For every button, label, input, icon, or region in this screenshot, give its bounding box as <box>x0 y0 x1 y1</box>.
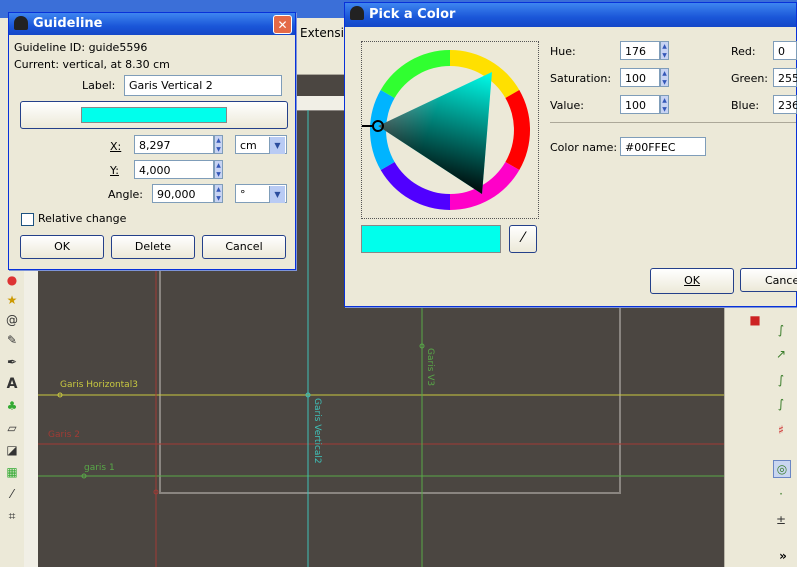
dropper-tool-icon[interactable]: ⁄ <box>4 486 20 502</box>
hue-input[interactable]: 176 <box>620 41 660 60</box>
chevron-down-icon: ▼ <box>269 137 285 154</box>
guideline-current: Current: vertical, at 8.30 cm <box>14 58 170 71</box>
saturation-caption: Saturation: <box>550 72 612 85</box>
guideline-delete-button[interactable]: Delete <box>111 235 195 259</box>
more-icon[interactable]: » <box>775 548 791 564</box>
angle-unit-value: ° <box>240 188 246 201</box>
snap-cusp-icon[interactable]: ∫ <box>773 396 789 412</box>
angle-input[interactable]: 90,000 <box>152 184 214 203</box>
snap-grid-icon[interactable]: ± <box>773 512 789 528</box>
inkscape-icon <box>350 6 364 20</box>
eyedropper-icon[interactable]: ⁄ <box>509 225 537 253</box>
y-input[interactable]: 4,000 <box>134 160 214 179</box>
label-garis2: Garis 2 <box>48 430 80 440</box>
x-spinner[interactable]: ▲ ▼ <box>214 135 223 154</box>
color-preview-swatch <box>361 225 501 253</box>
angle-spinner[interactable]: ▲ ▼ <box>214 184 223 203</box>
pencil-tool-icon[interactable]: ✎ <box>4 332 20 348</box>
saturation-input[interactable]: 100 <box>620 68 660 87</box>
label-garis-vertical2: Garis Vertical2 <box>312 398 322 464</box>
y-caption: Y: <box>110 164 119 177</box>
label-input[interactable]: Garis Vertical 2 <box>124 75 282 96</box>
divider <box>550 122 796 123</box>
pick-color-title-bar: Pick a Color <box>345 3 796 27</box>
snap-center-icon[interactable]: · <box>773 486 789 502</box>
value-input[interactable]: 100 <box>620 95 660 114</box>
guideline-id: Guideline ID: guide5596 <box>14 41 148 54</box>
unit-select[interactable]: cm ▼ <box>235 135 287 154</box>
connector-tool-icon[interactable]: ⌗ <box>4 508 20 524</box>
snap-midpoint-icon[interactable]: ♯ <box>773 422 789 438</box>
green-input[interactable]: 255 <box>773 68 797 87</box>
guideline-cancel-button[interactable]: Cancel <box>202 235 286 259</box>
guideline-dialog: Guideline ✕ Guideline ID: guide5596 Curr… <box>8 12 296 270</box>
guideline-title: Guideline <box>33 16 103 31</box>
label-garis-v3: Garis V3 <box>425 348 435 387</box>
blue-input[interactable]: 236 <box>773 95 797 114</box>
value-caption: Value: <box>550 99 584 112</box>
y-spinner[interactable]: ▲ ▼ <box>214 160 223 179</box>
gradient-tool-icon[interactable]: ▦ <box>4 464 20 480</box>
red-input[interactable]: 0 <box>773 41 797 60</box>
unit-value: cm <box>240 139 257 152</box>
color-name-input[interactable]: #00FFEC <box>620 137 706 156</box>
label-garis1: garis 1 <box>84 463 115 473</box>
pen-tool-icon[interactable]: ✒ <box>4 354 20 370</box>
guide-color-button[interactable] <box>20 101 288 129</box>
snap-bbox-icon[interactable]: ◎ <box>773 460 791 478</box>
snap-smooth-icon[interactable]: ∫ <box>773 372 789 388</box>
pick-color-title: Pick a Color <box>369 7 456 22</box>
color-wheel-area[interactable] <box>361 41 539 219</box>
spiral-tool-icon[interactable]: @ <box>4 312 20 328</box>
color-snap-icon[interactable]: ■ <box>747 312 763 328</box>
star-tool-icon[interactable]: ★ <box>4 292 20 308</box>
red-caption: Red: <box>731 45 756 58</box>
x-caption: X: <box>110 140 122 153</box>
spray-tool-icon[interactable]: ♣ <box>4 398 20 414</box>
bucket-tool-icon[interactable]: ◪ <box>4 442 20 458</box>
saturation-spinner[interactable]: ▲ ▼ <box>660 68 669 87</box>
inkscape-icon <box>14 16 28 30</box>
value-spinner[interactable]: ▲ ▼ <box>660 95 669 114</box>
x-input[interactable]: 8,297 <box>134 135 214 154</box>
angle-caption: Angle: <box>108 188 144 201</box>
guideline-title-bar: Guideline ✕ <box>9 13 295 35</box>
color-wheel[interactable] <box>362 42 538 218</box>
pick-color-dialog: Pick a Color ⁄ Hue: 176 ▲ ▼ Saturation: … <box>344 2 797 307</box>
guideline-ok-button[interactable]: OK <box>20 235 104 259</box>
label-garis-horizontal3: Garis Horizontal3 <box>60 380 138 390</box>
guide-color-swatch <box>81 107 227 123</box>
snap-node-icon[interactable]: ↗ <box>773 346 789 362</box>
green-caption: Green: <box>731 72 769 85</box>
color-ok-button[interactable]: OK <box>650 268 734 294</box>
chevron-down-icon: ▼ <box>269 186 285 203</box>
eraser-tool-icon[interactable]: ▱ <box>4 420 20 436</box>
text-tool-icon[interactable]: A <box>4 376 20 392</box>
circle-tool-icon[interactable]: ● <box>4 272 20 288</box>
relative-change-label: Relative change <box>38 212 127 225</box>
blue-caption: Blue: <box>731 99 760 112</box>
hue-spinner[interactable]: ▲ ▼ <box>660 41 669 60</box>
angle-unit-select[interactable]: ° ▼ <box>235 184 287 203</box>
hue-caption: Hue: <box>550 45 576 58</box>
close-icon[interactable]: ✕ <box>273 15 292 34</box>
relative-change-checkbox[interactable] <box>21 213 34 226</box>
color-cancel-button[interactable]: Cancel <box>740 268 797 292</box>
snap-path-icon[interactable]: ∫ <box>773 322 789 338</box>
color-name-caption: Color name: <box>550 141 618 154</box>
label-caption: Label: <box>82 79 116 92</box>
